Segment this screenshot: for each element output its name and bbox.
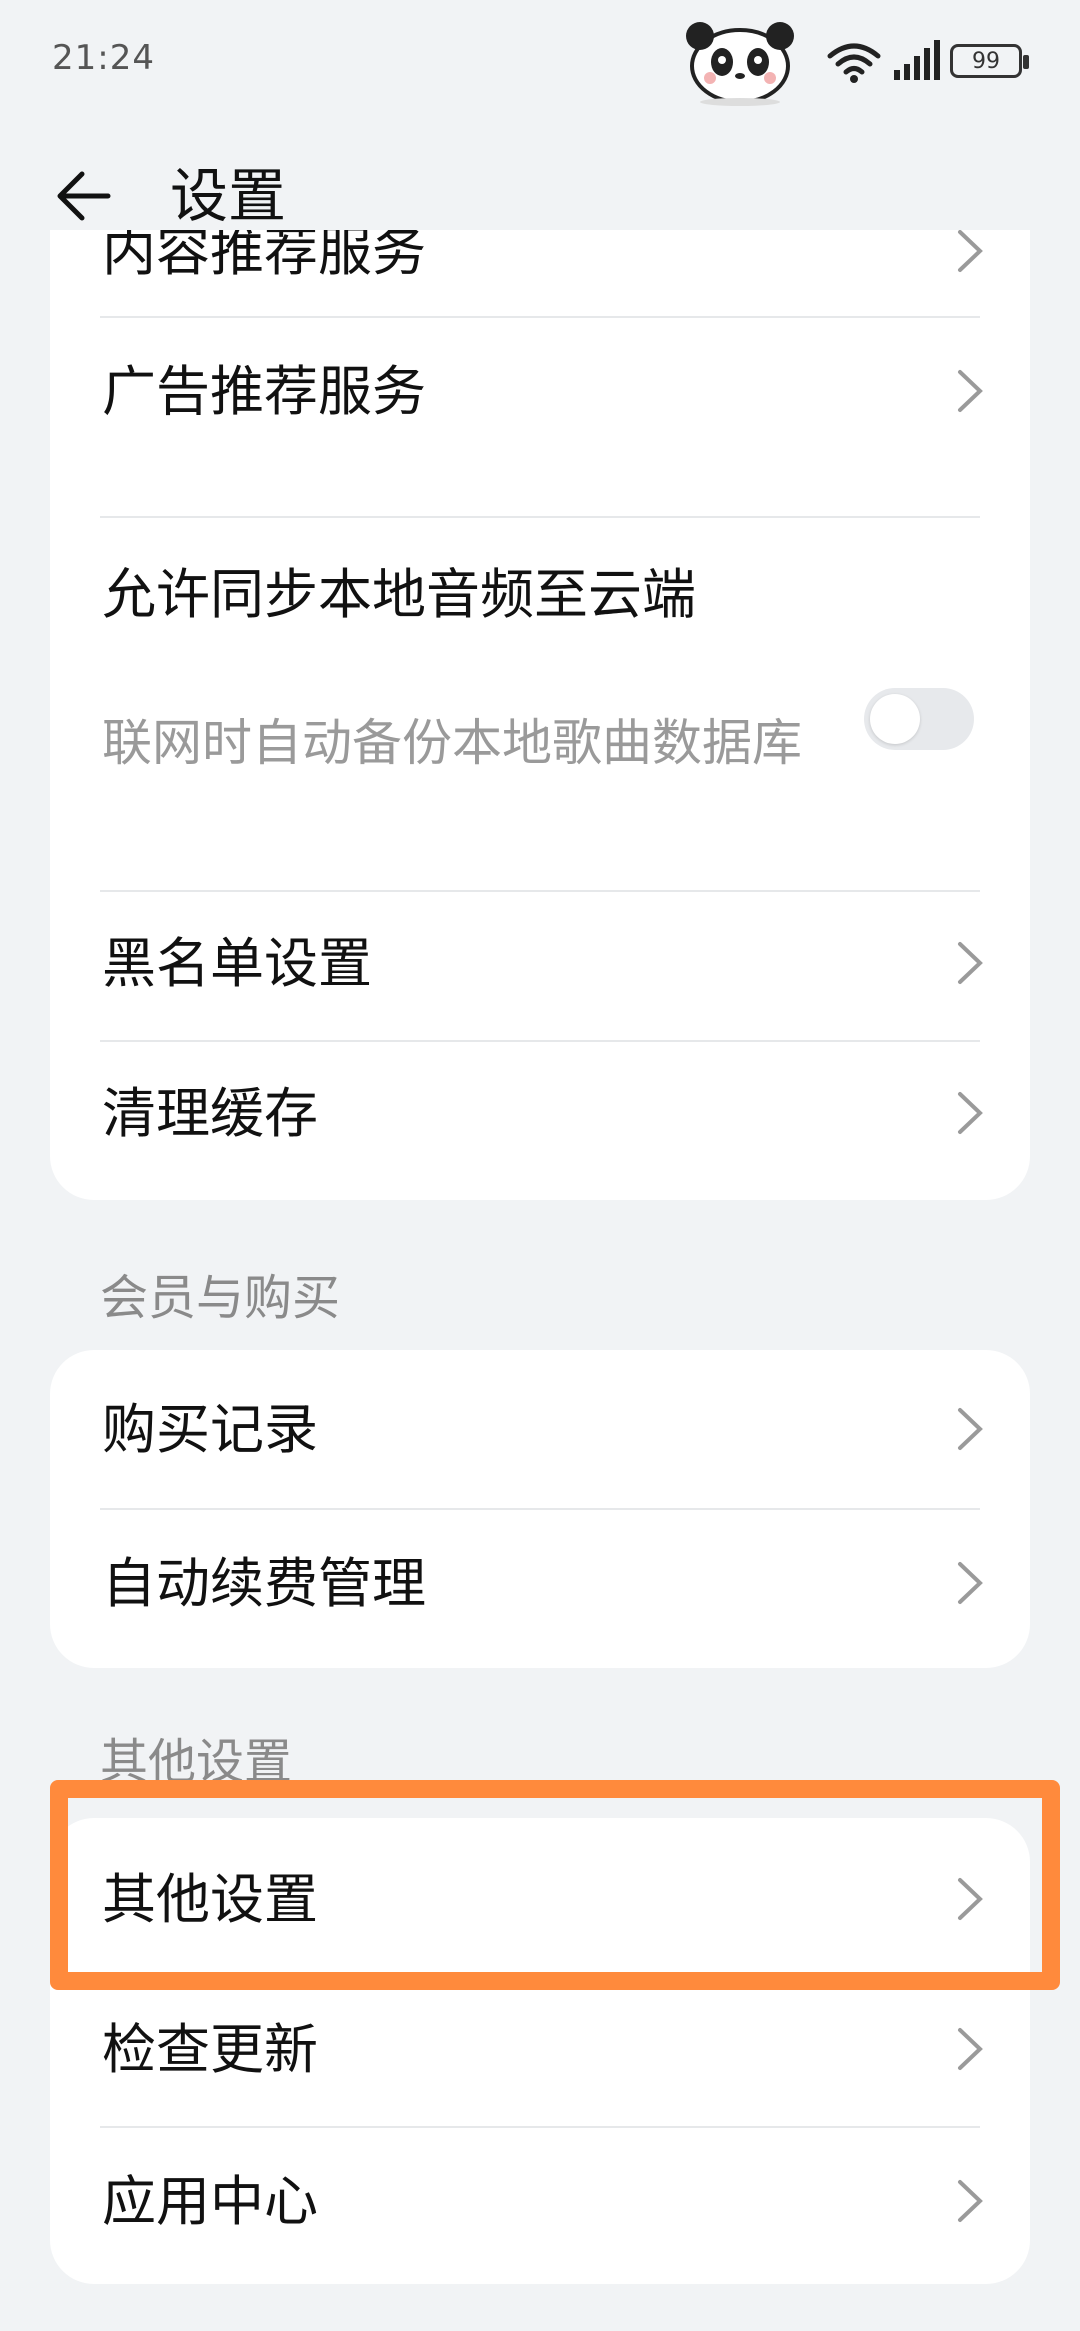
row-check-update[interactable]: 检查更新 [50,1978,1030,2126]
page-title: 设置 [170,162,287,230]
battery-icon: 99 [950,44,1029,78]
chevron-right-icon [958,1408,983,1450]
chevron-right-icon [958,1562,983,1604]
row-label: 自动续费管理 [102,1552,426,1615]
toggle-knob [870,694,920,744]
row-label: 允许同步本地音频至云端 [102,563,696,626]
wifi-icon [827,43,881,83]
row-blacklist[interactable]: 黑名单设置 [50,892,1030,1040]
chevron-right-icon [958,942,983,984]
row-label: 检查更新 [102,2018,318,2081]
back-arrow-icon[interactable] [52,164,116,228]
row-app-center[interactable]: 应用中心 [50,2128,1030,2284]
row-auto-renewal[interactable]: 自动续费管理 [50,1510,1030,1668]
row-label: 黑名单设置 [102,932,372,995]
row-purchase-records[interactable]: 购买记录 [50,1350,1030,1508]
chevron-right-icon [958,2180,983,2222]
panda-icon [686,22,794,106]
chevron-right-icon [958,370,983,412]
row-label: 广告推荐服务 [102,360,426,423]
row-label: 内容推荐服务 [102,230,426,283]
status-time: 21:24 [52,38,155,78]
row-ad-recommendation[interactable]: 广告推荐服务 [50,318,1030,466]
chevron-right-icon [958,230,983,272]
settings-card-membership: 购买记录 自动续费管理 [50,1350,1030,1668]
row-clear-cache[interactable]: 清理缓存 [50,1042,1030,1190]
row-label: 购买记录 [102,1398,318,1461]
chevron-right-icon [958,2028,983,2070]
row-sync-local-audio[interactable]: 允许同步本地音频至云端 联网时自动备份本地歌曲数据库 [50,518,1030,888]
settings-card-general: 内容推荐服务 广告推荐服务 允许同步本地音频至云端 联网时自动备份本地歌曲数据库… [50,230,1030,1200]
section-title-membership: 会员与购买 [100,1270,341,1326]
sync-toggle[interactable] [864,688,974,750]
status-bar: 21:24 99 [0,0,1080,130]
row-label: 应用中心 [102,2170,318,2233]
highlight-box [50,1780,1060,1990]
row-label: 清理缓存 [102,1082,318,1145]
row-content-recommendation[interactable]: 内容推荐服务 [50,230,1030,316]
chevron-right-icon [958,1092,983,1134]
battery-level: 99 [972,48,1000,74]
signal-icon [894,40,940,80]
row-subtitle: 联网时自动备份本地歌曲数据库 [102,714,802,772]
